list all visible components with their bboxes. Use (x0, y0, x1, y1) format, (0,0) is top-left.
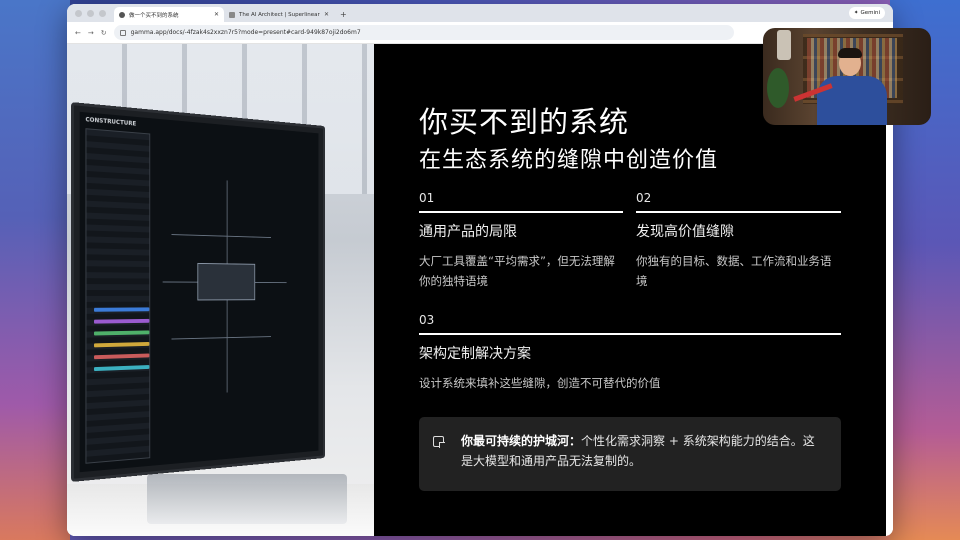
new-tab-button[interactable]: + (334, 7, 353, 22)
tab-inactive[interactable]: The AI Architect | Superlinear ✕ (224, 7, 334, 22)
reload-icon[interactable]: ↻ (101, 29, 107, 37)
point-description: 大厂工具覆盖“平均需求”，但无法理解你的独特语境 (419, 254, 615, 288)
point-description: 设计系统来填补这些缝隙，创造不可替代的价值 (419, 376, 661, 390)
gamma-favicon-icon (119, 11, 125, 18)
desktop-wallpaper-left (0, 0, 70, 540)
slide-title: 你买不到的系统 (419, 105, 630, 139)
note-icon (433, 436, 445, 448)
point-3: 03 架构定制解决方案 设计系统来填补这些缝隙，创造不可替代的价值 (419, 313, 841, 393)
monitor-screen: CONSTRUCTURE (79, 111, 319, 473)
tab-active[interactable]: 做一个买不到的系统 ✕ (114, 7, 224, 22)
close-window-button[interactable] (75, 9, 82, 17)
point-2: 02 发现高价值缝隙 你独有的目标、数据、工作流和业务语境 (636, 191, 841, 291)
point-number: 03 (419, 313, 435, 327)
screen-sidebar (85, 128, 151, 464)
tab-bar: 做一个买不到的系统 ✕ The AI Architect | Superline… (67, 4, 893, 22)
gemini-label: Gemini (860, 10, 880, 16)
point-description: 你独有的目标、数据、工作流和业务语境 (636, 254, 832, 288)
callout-text: 你最可持续的护城河：个性化需求洞察 + 系统架构能力的结合。这是大模型和通用产品… (461, 431, 825, 471)
monitor-stand (147, 474, 347, 524)
sparkle-icon: ✦ (853, 10, 859, 16)
point-number: 01 (419, 191, 435, 205)
webcam-overlay (763, 28, 931, 125)
site-favicon-icon (229, 11, 235, 18)
point-number: 02 (636, 191, 652, 205)
divider (419, 211, 623, 213)
monitor-illustration: CONSTRUCTURE (71, 102, 326, 482)
point-title: 发现高价值缝隙 (636, 224, 734, 240)
divider (419, 333, 841, 335)
close-tab-icon[interactable]: ✕ (324, 11, 329, 18)
screen-title: CONSTRUCTURE (85, 116, 137, 128)
point-title: 架构定制解决方案 (419, 346, 531, 362)
lamp (777, 30, 791, 60)
site-info-icon[interactable] (119, 29, 126, 36)
plant (767, 68, 789, 108)
tab-title: 做一个买不到的系统 (129, 12, 179, 19)
divider (636, 211, 841, 213)
back-arrow-icon[interactable]: ← (75, 29, 81, 37)
window-controls (67, 4, 114, 22)
slide-subtitle: 在生态系统的缝隙中创造价值 (419, 148, 719, 173)
minimize-window-button[interactable] (87, 9, 94, 17)
tab-title: The AI Architect | Superlinear (239, 11, 320, 18)
forward-arrow-icon[interactable]: → (88, 29, 94, 37)
gemini-button[interactable]: ✦ Gemini (848, 7, 885, 19)
close-tab-icon[interactable]: ✕ (214, 11, 219, 18)
point-title: 通用产品的局限 (419, 224, 517, 240)
moat-callout: 你最可持续的护城河：个性化需求洞察 + 系统架构能力的结合。这是大模型和通用产品… (419, 417, 841, 491)
url-field[interactable]: gamma.app/docs/-4fzak4s2xxzn7r5?mode=pre… (113, 25, 734, 40)
callout-bold: 你最可持续的护城河： (461, 434, 582, 448)
diagram-chip (197, 262, 256, 301)
maximize-window-button[interactable] (99, 9, 106, 17)
url-text: gamma.app/docs/-4fzak4s2xxzn7r5?mode=pre… (130, 29, 361, 36)
slide-photo: CONSTRUCTURE (67, 44, 374, 536)
point-1: 01 通用产品的局限 大厂工具覆盖“平均需求”，但无法理解你的独特语境 (419, 191, 623, 291)
